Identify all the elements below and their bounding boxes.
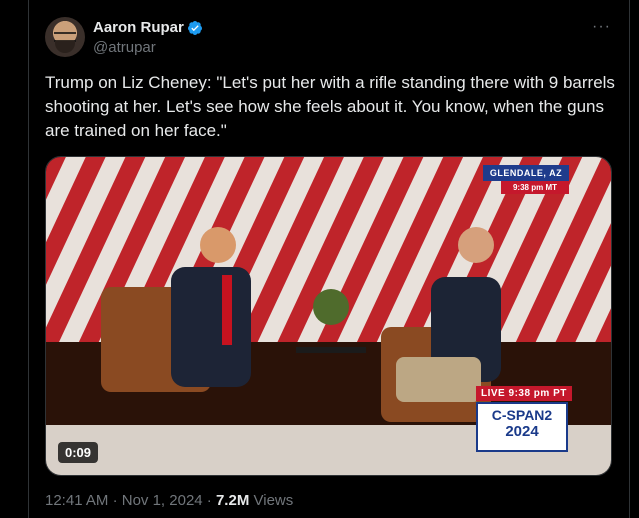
video-duration: 0:09 — [58, 442, 99, 463]
side-table — [296, 347, 366, 353]
speaker-left — [171, 267, 251, 387]
more-options-icon[interactable]: ··· — [592, 18, 611, 36]
timeline-border-left — [28, 0, 29, 518]
live-tag: LIVE 9:38 pm PT — [476, 386, 572, 401]
location-time: 9:38 pm MT — [501, 181, 569, 194]
tweet-date[interactable]: Nov 1, 2024 — [122, 492, 203, 509]
views-label: Views — [253, 492, 294, 509]
cspan-network: C-SPAN2 — [491, 407, 553, 423]
cspan-year: 2024 — [505, 423, 539, 440]
author-handle[interactable]: @atrupar — [93, 39, 156, 56]
meta-separator: · — [206, 492, 212, 509]
cspan-logo: C-SPAN2 2024 — [476, 402, 568, 452]
avatar-beard — [55, 41, 75, 53]
tweet-time[interactable]: 12:41 AM — [45, 492, 108, 509]
location-badge: GLENDALE, AZ 9:38 pm MT — [483, 165, 569, 195]
views-count: 7.2M — [215, 492, 250, 509]
location-city: GLENDALE, AZ — [483, 165, 569, 181]
verified-badge-icon — [188, 21, 202, 35]
avatar[interactable] — [45, 17, 85, 57]
video-player[interactable]: GLENDALE, AZ 9:38 pm MT LIVE 9:38 pm PT … — [45, 156, 612, 476]
timeline-border-right — [629, 0, 630, 518]
tweet-meta: 12:41 AM · Nov 1, 2024 · 7.2M Views — [45, 492, 293, 509]
meta-separator: · — [112, 492, 118, 509]
author-name[interactable]: Aaron Rupar — [93, 19, 184, 36]
tweet-text: Trump on Liz Cheney: "Let's put her with… — [45, 73, 615, 140]
